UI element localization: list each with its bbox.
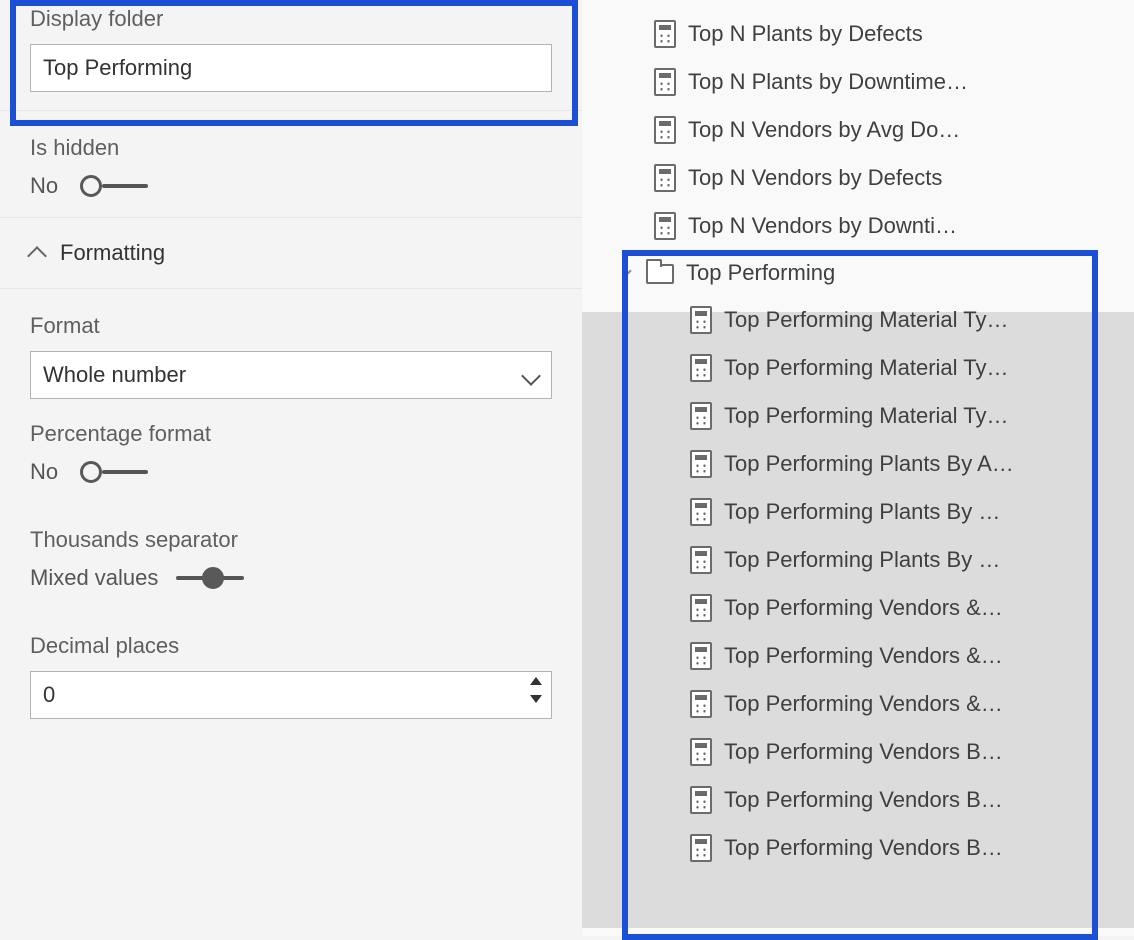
is-hidden-label: Is hidden [30, 135, 552, 161]
format-section: Format [0, 289, 582, 417]
measure-icon [654, 20, 676, 48]
folder-row[interactable]: Top Performing [622, 250, 1134, 296]
decimal-places-label: Decimal places [30, 633, 552, 659]
measure-item[interactable]: Top N Vendors by Avg Do… [646, 106, 1134, 154]
measure-label: Top Performing Plants By … [724, 499, 1000, 525]
display-folder-input[interactable] [30, 44, 552, 92]
measure-icon [690, 546, 712, 574]
is-hidden-section: Is hidden No [0, 111, 582, 218]
measure-label: Top Performing Vendors B… [724, 787, 1003, 813]
formatting-section-header[interactable]: Formatting [0, 218, 582, 289]
measure-label: Top Performing Vendors &… [724, 595, 1003, 621]
measure-label: Top Performing Vendors &… [724, 643, 1003, 669]
fields-tree: Top N Plants by Defects Top N Plants by … [582, 10, 1134, 872]
measure-item[interactable]: Top Performing Plants By … [646, 488, 1134, 536]
measure-icon [690, 354, 712, 382]
format-label: Format [30, 313, 552, 339]
thousands-separator-section: Thousands separator Mixed values [0, 503, 582, 609]
measure-item[interactable]: Top N Plants by Defects [646, 10, 1134, 58]
measure-item[interactable]: Top Performing Vendors B… [646, 728, 1134, 776]
toggle-track-icon [176, 573, 244, 583]
measure-icon [690, 450, 712, 478]
measure-icon [690, 786, 712, 814]
measure-item[interactable]: Top N Vendors by Downti… [646, 202, 1134, 250]
measure-label: Top Performing Material Ty… [724, 355, 1008, 381]
measure-label: Top Performing Vendors B… [724, 739, 1003, 765]
measure-item[interactable]: Top Performing Vendors B… [646, 824, 1134, 872]
measure-item[interactable]: Top Performing Vendors &… [646, 680, 1134, 728]
measure-label: Top Performing Plants By … [724, 547, 1000, 573]
properties-panel: Display folder Is hidden No Formatting F… [0, 0, 582, 936]
measure-icon [690, 594, 712, 622]
decimal-places-section: Decimal places [0, 609, 582, 737]
formatting-section-title: Formatting [60, 240, 165, 266]
measure-item[interactable]: Top Performing Material Ty… [646, 344, 1134, 392]
thousands-separator-toggle[interactable]: Mixed values [30, 565, 552, 591]
thousands-separator-label: Thousands separator [30, 527, 552, 553]
measure-icon [690, 738, 712, 766]
measure-label: Top N Plants by Downtime… [688, 69, 968, 95]
measure-icon [654, 164, 676, 192]
thousands-separator-value: Mixed values [30, 565, 160, 591]
display-folder-label: Display folder [30, 6, 552, 32]
is-hidden-value: No [30, 173, 64, 199]
is-hidden-toggle[interactable]: No [30, 173, 552, 199]
measure-item[interactable]: Top N Vendors by Defects [646, 154, 1134, 202]
measure-item[interactable]: Top Performing Plants By A… [646, 440, 1134, 488]
measure-icon [654, 212, 676, 240]
chevron-up-icon [27, 246, 47, 266]
measure-label: Top N Vendors by Defects [688, 165, 942, 191]
spinner-arrows[interactable] [530, 677, 542, 703]
measure-label: Top Performing Material Ty… [724, 307, 1008, 333]
fields-panel: Top N Plants by Defects Top N Plants by … [582, 0, 1134, 936]
measure-item[interactable]: Top Performing Vendors B… [646, 776, 1134, 824]
folder-icon [646, 264, 674, 284]
toggle-track-icon [80, 181, 148, 191]
folder-label: Top Performing [686, 260, 835, 286]
measure-label: Top Performing Plants By A… [724, 451, 1014, 477]
percentage-format-value: No [30, 459, 64, 485]
toggle-track-icon [80, 467, 148, 477]
measure-icon [690, 834, 712, 862]
measure-item[interactable]: Top Performing Plants By … [646, 536, 1134, 584]
arrow-down-icon [530, 695, 542, 703]
percentage-format-section: Percentage format No [0, 417, 582, 503]
measure-label: Top Performing Vendors B… [724, 835, 1003, 861]
measure-item[interactable]: Top Performing Vendors &… [646, 584, 1134, 632]
measure-item[interactable]: Top Performing Material Ty… [646, 392, 1134, 440]
measure-icon [690, 306, 712, 334]
measure-icon [690, 690, 712, 718]
display-folder-section: Display folder [0, 0, 582, 111]
measure-item[interactable]: Top Performing Material Ty… [646, 296, 1134, 344]
measure-icon [654, 68, 676, 96]
measure-label: Top Performing Material Ty… [724, 403, 1008, 429]
measure-icon [690, 498, 712, 526]
chevron-down-icon [622, 265, 632, 276]
measure-icon [690, 642, 712, 670]
format-select[interactable] [30, 351, 552, 399]
measure-label: Top N Vendors by Downti… [688, 213, 957, 239]
measure-icon [654, 116, 676, 144]
arrow-up-icon [530, 677, 542, 685]
measure-item[interactable]: Top N Plants by Downtime… [646, 58, 1134, 106]
percentage-format-label: Percentage format [30, 421, 552, 447]
decimal-places-input[interactable] [30, 671, 552, 719]
percentage-format-toggle[interactable]: No [30, 459, 552, 485]
measure-label: Top Performing Vendors &… [724, 691, 1003, 717]
measure-label: Top N Plants by Defects [688, 21, 923, 47]
measure-item[interactable]: Top Performing Vendors &… [646, 632, 1134, 680]
measure-label: Top N Vendors by Avg Do… [688, 117, 960, 143]
measure-icon [690, 402, 712, 430]
